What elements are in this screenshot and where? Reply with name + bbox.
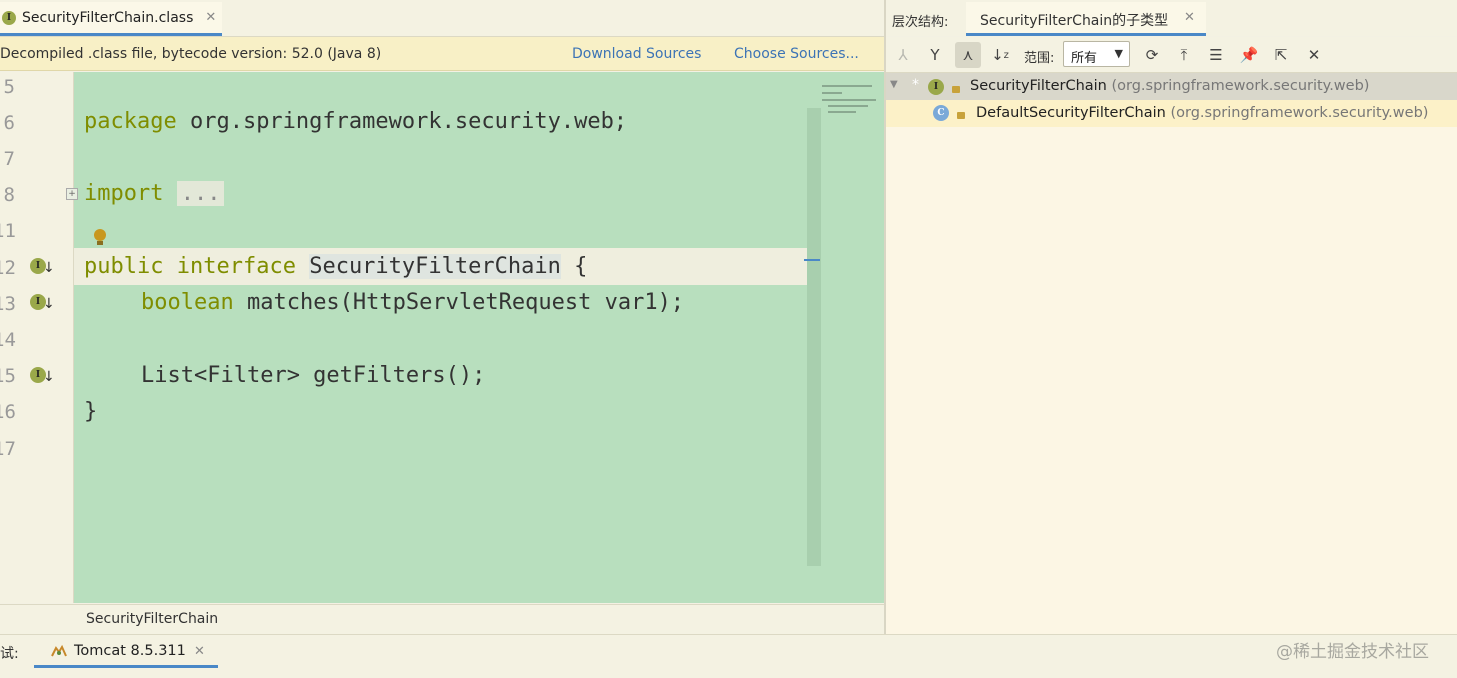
interface-icon: I [928, 79, 944, 95]
tomcat-run-tab[interactable]: Tomcat 8.5.311 ✕ [34, 636, 218, 668]
tree-item-label: SecurityFilterChain (org.springframework… [970, 78, 1370, 94]
code-line-15: List<Filter> getFilters(); [141, 363, 486, 388]
watermark: @稀土掘金技术社区 [1276, 642, 1429, 662]
caret-scroll-marker [804, 259, 820, 261]
choose-sources-link[interactable]: Choose Sources... [734, 46, 859, 62]
lock-icon [957, 112, 965, 119]
file-tab[interactable]: I SecurityFilterChain.class ✕ [0, 2, 222, 36]
line-number: 8 [3, 184, 15, 206]
bottom-tool-window-bar [0, 634, 1457, 678]
type-hierarchy-icon[interactable]: ⅄ [890, 42, 916, 68]
code-line-6: package org.springframework.security.web… [84, 109, 628, 134]
line-number: 6 [3, 112, 15, 134]
hierarchy-tree [886, 73, 1457, 634]
code-line-13: boolean matches(HttpServletRequest var1)… [141, 290, 685, 315]
chevron-down-icon: ▼ [1114, 47, 1123, 60]
code-line-12: public interface SecurityFilterChain { [84, 254, 588, 279]
class-icon: C [933, 105, 949, 121]
line-number: 11 [0, 220, 16, 242]
implementations-gutter-icon[interactable]: I ↓ [30, 367, 55, 387]
close-icon[interactable]: ✕ [194, 644, 205, 659]
line-number: 16 [0, 401, 16, 423]
line-number: 14 [0, 329, 16, 351]
close-icon[interactable]: ✕ [1301, 42, 1327, 68]
line-number: 13 [0, 293, 16, 315]
file-tab-label: SecurityFilterChain.class [22, 9, 194, 26]
tomcat-tab-label: Tomcat 8.5.311 [74, 643, 186, 659]
sort-alphabetically-icon[interactable]: ↓ z [987, 42, 1013, 68]
close-icon[interactable]: ✕ [205, 10, 216, 25]
editor-scrollbar[interactable] [807, 108, 821, 566]
line-gutter: 5 6 7 8 11 12 13 14 15 16 17 [0, 72, 74, 603]
pin-icon[interactable]: 📌 [1236, 42, 1262, 68]
line-number: 15 [0, 365, 16, 387]
star-icon: * [912, 77, 919, 93]
interface-icon: I [2, 10, 16, 25]
decompiled-notice-bar: Decompiled .class file, bytecode version… [0, 37, 884, 71]
supertypes-hierarchy-icon[interactable]: Y [922, 42, 948, 68]
close-icon[interactable]: ✕ [1184, 10, 1195, 25]
breadcrumb-item[interactable]: SecurityFilterChain [86, 611, 218, 627]
debug-label: 调试: [0, 646, 19, 662]
fold-toggle-icon[interactable]: + [66, 188, 78, 200]
expand-all-icon[interactable]: ☰ [1203, 42, 1229, 68]
breadcrumb: SecurityFilterChain [0, 604, 884, 635]
scope-select[interactable]: 所有 ▼ [1063, 41, 1130, 67]
hierarchy-tab[interactable]: SecurityFilterChain的子类型 ✕ [966, 2, 1206, 36]
lightbulb-icon[interactable] [93, 229, 107, 249]
subtypes-hierarchy-icon[interactable]: ⋏ [955, 42, 981, 68]
line-number: 5 [3, 76, 15, 98]
scope-label: 范围: [1024, 51, 1055, 66]
line-number: 7 [3, 148, 15, 170]
line-number: 17 [0, 438, 16, 460]
hierarchy-title: 层次结构: [892, 15, 949, 30]
decompiled-message: Decompiled .class file, bytecode version… [0, 46, 382, 62]
export-icon[interactable]: ⤒ [1171, 42, 1197, 68]
refresh-icon[interactable]: ⟳ [1139, 42, 1165, 68]
tomcat-icon [51, 644, 67, 657]
hierarchy-tab-label: SecurityFilterChain的子类型 [980, 13, 1169, 29]
line-number: 12 [0, 257, 16, 279]
expand-arrow-icon[interactable]: ▼ [890, 79, 898, 90]
folded-imports[interactable]: ... [176, 181, 225, 206]
open-in-window-icon[interactable]: ⇱ [1268, 42, 1294, 68]
code-minimap [822, 80, 880, 120]
lock-icon [952, 86, 960, 93]
download-sources-link[interactable]: Download Sources [572, 46, 701, 62]
implementations-gutter-icon[interactable]: I ↓ [30, 258, 55, 278]
tree-item-label: DefaultSecurityFilterChain (org.springfr… [976, 105, 1429, 121]
code-line-16: } [84, 399, 98, 424]
code-editor[interactable] [74, 72, 884, 603]
implementations-gutter-icon[interactable]: I ↓ [30, 294, 55, 314]
code-line-8: import ... [84, 181, 225, 206]
